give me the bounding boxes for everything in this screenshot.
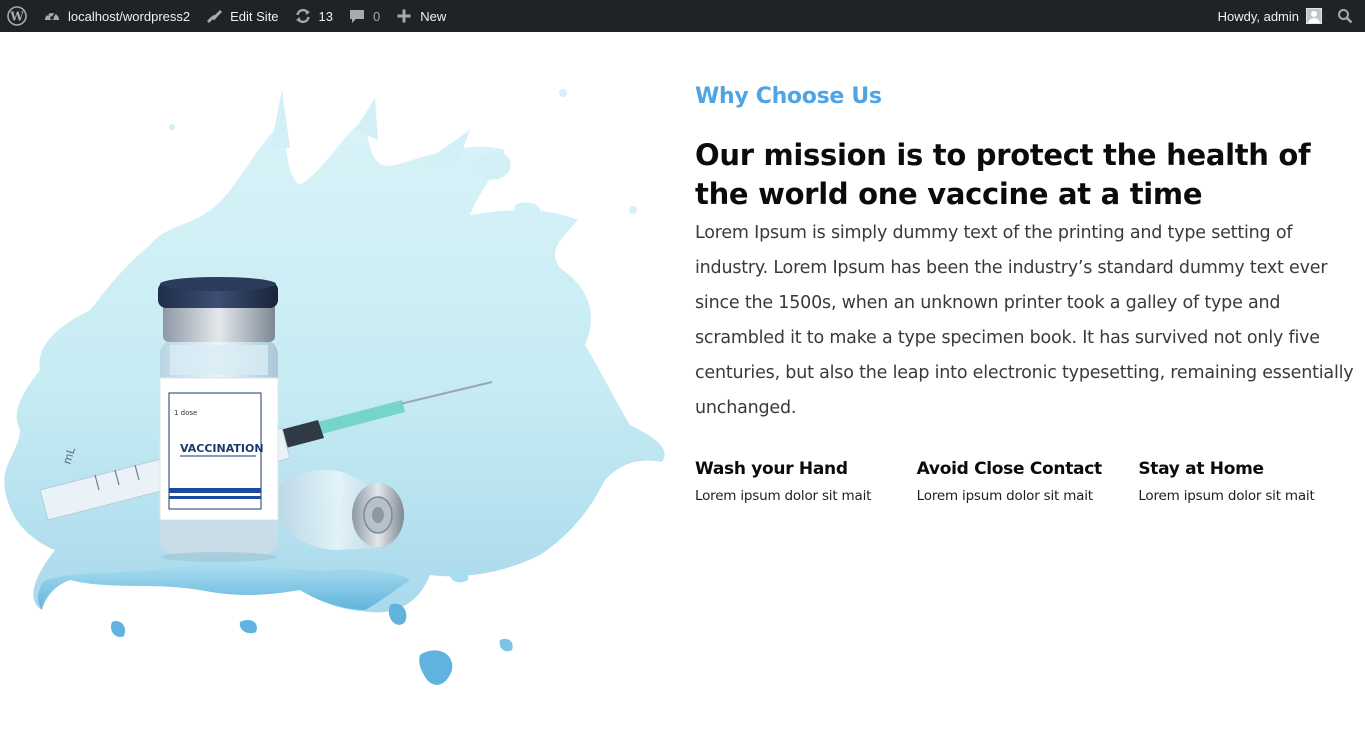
wordpress-logo-menu[interactable]: W bbox=[0, 0, 35, 32]
feature-text: Lorem ipsum dolor sit mait bbox=[916, 488, 1093, 504]
vial-name-label: VACCINATION bbox=[180, 442, 264, 455]
brush-icon bbox=[204, 6, 224, 26]
vial-dose-label: 1 dose bbox=[174, 409, 197, 417]
comments-button[interactable]: 0 bbox=[340, 0, 387, 32]
updates-button[interactable]: 13 bbox=[286, 0, 340, 32]
admin-bar: W localhost/wordpress2 Edit Site 13 0 Ne… bbox=[0, 0, 1365, 32]
admin-bar-left: W localhost/wordpress2 Edit Site 13 0 Ne… bbox=[0, 0, 453, 32]
admin-bar-right: Howdy, admin bbox=[1211, 0, 1365, 32]
splash-drop bbox=[111, 620, 126, 638]
splash-drop bbox=[419, 650, 453, 685]
splash-drop bbox=[559, 89, 567, 97]
splash-drop bbox=[499, 638, 513, 652]
splash-drop bbox=[629, 206, 637, 214]
section-headline: Our mission is to protect the health of … bbox=[695, 138, 1311, 211]
vaccine-hero-image: mL 1 dose VACCINATION bbox=[0, 70, 680, 700]
wordpress-logo-icon: W bbox=[6, 6, 28, 26]
feature-title: Avoid Close Contact bbox=[916, 459, 1102, 479]
search-button[interactable] bbox=[1329, 0, 1365, 32]
plus-icon bbox=[394, 6, 414, 26]
section-eyebrow: Why Choose Us bbox=[695, 84, 882, 109]
new-label: New bbox=[420, 8, 447, 24]
comment-bubble-icon bbox=[347, 6, 367, 26]
feature-text: Lorem ipsum dolor sit mait bbox=[1138, 488, 1315, 504]
vaccine-vial: 1 dose VACCINATION bbox=[158, 277, 279, 562]
splash-drop bbox=[239, 620, 257, 634]
feature-text: Lorem ipsum dolor sit mait bbox=[695, 488, 872, 504]
avatar bbox=[1306, 8, 1322, 24]
feature-item-wash-hands: Wash your Hand Lorem ipsum dolor sit mai… bbox=[695, 456, 917, 506]
feature-list: Wash your Hand Lorem ipsum dolor sit mai… bbox=[695, 456, 1360, 506]
splash-spike bbox=[270, 90, 290, 150]
search-icon bbox=[1335, 6, 1355, 26]
updates-count: 13 bbox=[318, 8, 334, 24]
section-body-text: Lorem Ipsum is simply dummy text of the … bbox=[695, 223, 1354, 418]
svg-text:W: W bbox=[9, 10, 24, 24]
why-choose-us-section: Why Choose Us Our mission is to protect … bbox=[695, 80, 1355, 506]
new-content-button[interactable]: New bbox=[387, 0, 453, 32]
splash-drop bbox=[388, 603, 407, 625]
vaccine-illustration: mL 1 dose VACCINATION bbox=[4, 89, 665, 685]
feature-title: Stay at Home bbox=[1138, 459, 1264, 479]
my-account-menu[interactable]: Howdy, admin bbox=[1211, 0, 1329, 32]
feature-item-stay-home: Stay at Home Lorem ipsum dolor sit mait bbox=[1138, 456, 1360, 506]
feature-item-avoid-contact: Avoid Close Contact Lorem ipsum dolor si… bbox=[917, 456, 1139, 506]
splash-drop bbox=[169, 124, 175, 130]
edit-site-label: Edit Site bbox=[230, 8, 279, 24]
edit-site-button[interactable]: Edit Site bbox=[197, 0, 285, 32]
comments-count: 0 bbox=[373, 8, 381, 24]
refresh-icon bbox=[293, 6, 313, 26]
dashboard-gauge-icon bbox=[42, 6, 62, 26]
site-url-label: localhost/wordpress2 bbox=[68, 8, 191, 24]
feature-title: Wash your Hand bbox=[695, 459, 848, 479]
site-name-menu[interactable]: localhost/wordpress2 bbox=[35, 0, 197, 32]
howdy-label: Howdy, admin bbox=[1217, 8, 1299, 24]
